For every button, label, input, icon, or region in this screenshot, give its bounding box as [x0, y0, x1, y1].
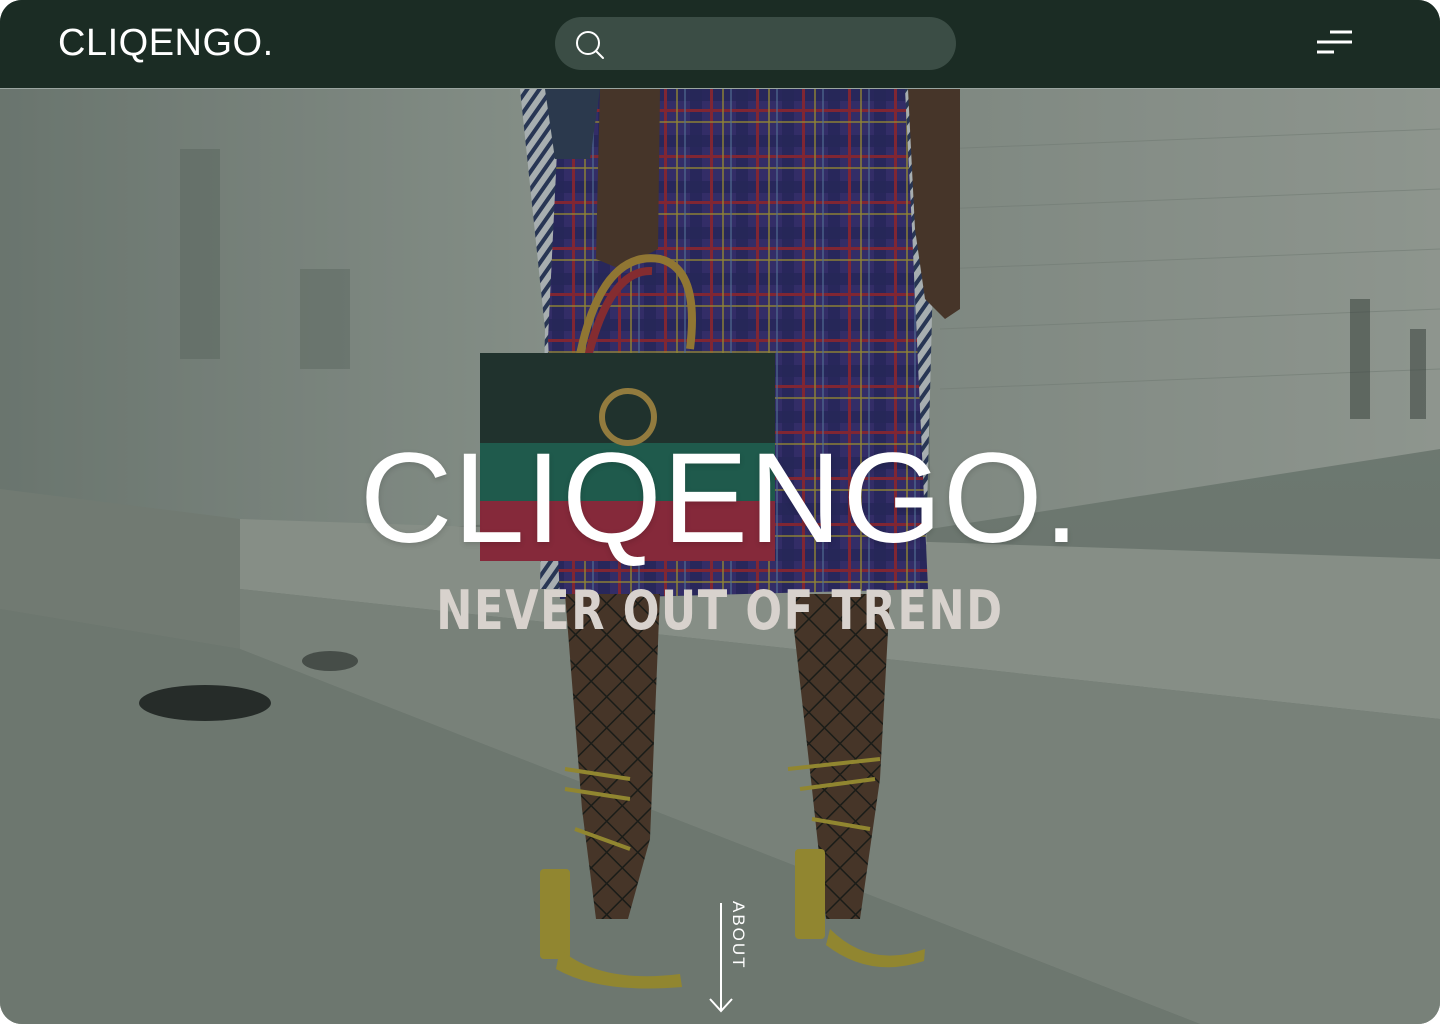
- hero-tagline: NEVER OUT OF TREND: [436, 579, 1004, 642]
- brand-logo[interactable]: CLIQENGO.: [58, 21, 274, 65]
- menu-icon[interactable]: [1312, 26, 1356, 62]
- app-frame: CLIQENGO. CLIQENGO. NEVER OUT OF TREND A…: [0, 0, 1440, 1024]
- hero-title: CLIQENGO.: [359, 427, 1081, 570]
- about-scroll-link[interactable]: ABOUT: [700, 901, 760, 1019]
- search-bar[interactable]: [555, 17, 956, 70]
- hero-section: CLIQENGO. NEVER OUT OF TREND ABOUT: [0, 89, 1440, 1024]
- search-input[interactable]: [617, 25, 937, 62]
- about-label: ABOUT: [729, 901, 748, 970]
- search-icon[interactable]: [574, 29, 606, 61]
- top-navbar: CLIQENGO.: [0, 0, 1440, 89]
